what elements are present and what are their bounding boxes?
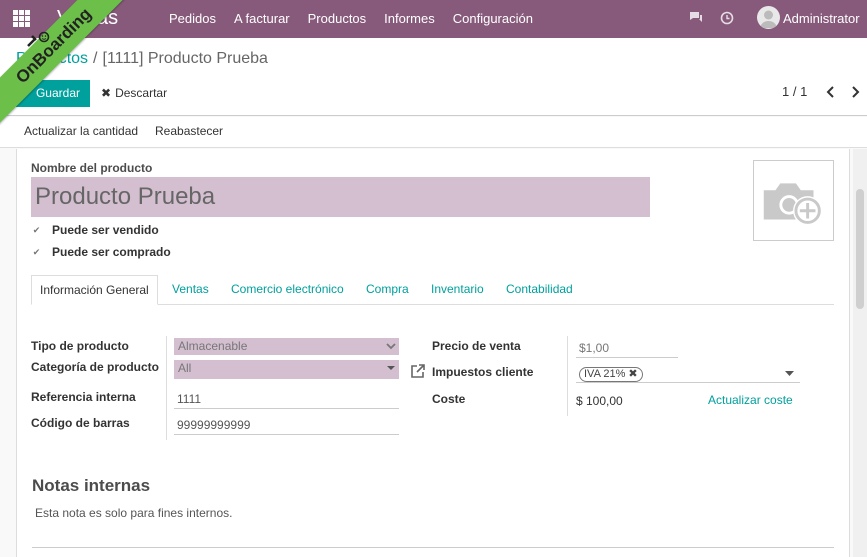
avatar[interactable] [757,6,780,29]
tax-tag-label: IVA 21% [584,368,626,380]
external-link-icon[interactable] [410,363,426,379]
product-name-input[interactable]: Producto Prueba [31,177,650,217]
product-category-label: Categoría de producto [31,360,160,374]
product-category-value: All [178,361,192,375]
apps-grid-icon[interactable] [13,10,30,27]
sale-price-input[interactable]: $1,00 [576,338,678,358]
field-separator [567,336,568,416]
update-cost-link[interactable]: Actualizar coste [708,393,793,407]
internal-reference-label: Referencia interna [31,390,136,404]
chat-icon[interactable] [689,11,703,24]
notebook-tabs: Información General Ventas Comercio elec… [31,275,834,305]
internal-reference-input[interactable]: 1111 [174,389,399,409]
onboarding-tools-icon [27,31,50,47]
discard-label: Descartar [115,86,168,100]
control-panel: Productos/[1111] Producto Prueba Guardar… [0,38,867,116]
menu-item-pedidos[interactable]: Pedidos [160,0,225,38]
tab-inventario[interactable]: Inventario [431,275,484,305]
product-image-upload[interactable] [753,160,834,241]
chevron-down-icon [386,343,396,350]
top-navbar: Ventas Pedidos A facturar Productos Info… [0,0,867,38]
barcode-input[interactable]: 99999999999 [174,415,399,435]
caret-down-icon [387,366,395,370]
tab-ventas[interactable]: Ventas [172,275,209,305]
customer-taxes-label: Impuestos cliente [432,365,534,379]
internal-notes-input[interactable]: Esta nota es solo para fines internos. [35,506,232,520]
remove-tag-icon[interactable]: ✖ [628,368,637,380]
tab-contabilidad[interactable]: Contabilidad [506,275,573,305]
action-bar: Actualizar la cantidad Reabastecer [0,117,867,148]
internal-notes-title: Notas internas [32,476,151,495]
camera-plus-icon [763,183,823,226]
sale-price-label: Precio de venta [432,339,521,353]
check-icon[interactable]: ✔ [31,247,42,258]
can-be-purchased-row[interactable]: ✔ Puede ser comprado [31,244,171,260]
scrollbar[interactable] [853,149,867,557]
tax-tag: IVA 21% ✖ [579,367,643,382]
barcode-label: Código de barras [31,416,130,430]
breadcrumb-current: [1111] Producto Prueba [102,50,268,67]
tab-informacion-general[interactable]: Información General [31,275,158,305]
tab-compra[interactable]: Compra [366,275,409,305]
product-type-label: Tipo de producto [31,339,129,353]
caret-down-icon[interactable] [785,371,794,377]
menu-item-a-facturar[interactable]: A facturar [225,0,299,38]
replenish-button[interactable]: Reabastecer [155,117,223,147]
chevron-right-icon[interactable] [848,84,862,100]
menu-item-productos[interactable]: Productos [299,0,376,38]
tab-comercio-electronico[interactable]: Comercio electrónico [231,275,344,305]
clock-icon[interactable] [720,11,734,25]
breadcrumb-separator: / [93,50,98,67]
discard-button[interactable]: ✖ Descartar [96,80,172,107]
user-menu[interactable]: Administrator [783,0,860,38]
field-separator [166,336,167,440]
update-quantity-button[interactable]: Actualizar la cantidad [24,117,138,147]
can-be-sold-row[interactable]: ✔ Puede ser vendido [31,222,159,238]
cost-value: $ 100,00 [576,394,623,408]
notes-divider [32,547,834,548]
close-icon: ✖ [101,86,112,100]
scrollbar-thumb[interactable] [856,189,864,309]
product-category-select[interactable]: All [174,360,399,379]
check-icon[interactable]: ✔ [31,225,42,236]
customer-taxes-input[interactable] [576,382,800,383]
chevron-left-icon[interactable] [824,84,838,100]
main-menu: Pedidos A facturar Productos Informes Co… [160,0,542,38]
can-be-sold-label: Puede ser vendido [52,223,159,237]
product-name-label: Nombre del producto [31,161,153,175]
product-type-select[interactable]: Almacenable [174,338,399,355]
product-type-value: Almacenable [178,339,248,353]
menu-item-informes[interactable]: Informes [375,0,444,38]
pager-value[interactable]: 1 / 1 [782,84,807,99]
cost-label: Coste [432,392,466,406]
can-be-purchased-label: Puede ser comprado [52,245,171,259]
menu-item-configuracion[interactable]: Configuración [444,0,542,38]
